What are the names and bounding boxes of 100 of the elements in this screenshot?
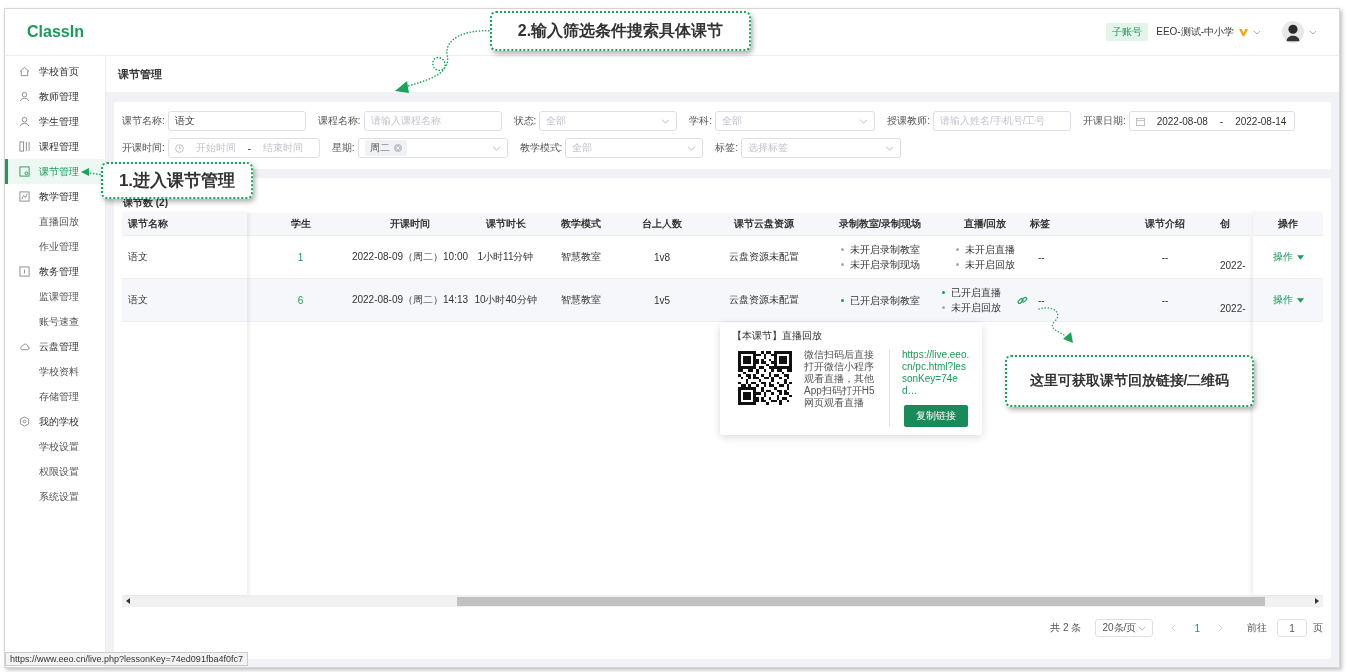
table-cell: 2022- bbox=[1220, 259, 1246, 271]
status-url: https://www.eeo.cn/live.php?lessonKey=74ed091fba4f0fc7 bbox=[5, 652, 248, 666]
logo: ClassIn bbox=[27, 23, 84, 41]
calendar-icon bbox=[19, 166, 30, 177]
sidebar-item[interactable]: 我的学校 bbox=[5, 409, 105, 434]
student-count-link[interactable]: 6 bbox=[297, 294, 304, 306]
table-cell: 云盘资源未配置 bbox=[728, 250, 799, 264]
tag: 周二 bbox=[364, 140, 407, 156]
link-icon[interactable] bbox=[1017, 294, 1028, 306]
column-header: 直播/回放 bbox=[940, 213, 1030, 236]
sidebar-item[interactable]: 教务管理 bbox=[5, 259, 105, 284]
column-header: 学生 bbox=[247, 213, 354, 236]
page-size-select[interactable]: 20条/页 bbox=[1095, 619, 1154, 637]
input-field[interactable]: 语文 bbox=[167, 111, 306, 131]
chevron-down-icon bbox=[491, 145, 501, 151]
status-item: 已开启录制教室 bbox=[840, 292, 920, 308]
sidebar-item[interactable]: 学校首页 bbox=[5, 59, 105, 84]
total-count: 共 2 条 bbox=[1050, 621, 1082, 635]
status-item: 未开启回放 bbox=[955, 257, 1015, 272]
table-cell: 2022-08-09（周二）14:13 bbox=[351, 293, 469, 307]
user-icon bbox=[19, 116, 30, 127]
previous-page-icon[interactable] bbox=[1171, 624, 1177, 632]
table-cell: 1v5 bbox=[653, 294, 671, 306]
scroll-right-icon[interactable] bbox=[1314, 598, 1320, 604]
status-item: 未开启直播 bbox=[955, 242, 1015, 257]
sidebar-item[interactable]: 云盘管理 bbox=[5, 334, 105, 359]
sidebar-subitem[interactable]: 监课管理 bbox=[5, 284, 105, 309]
table-cell: 智慧教室 bbox=[561, 250, 601, 264]
sidebar-item[interactable]: 学生管理 bbox=[5, 109, 105, 134]
avatar-icon[interactable] bbox=[1282, 21, 1304, 43]
vip-icon bbox=[1239, 27, 1248, 37]
dotted-arrow bbox=[81, 168, 104, 176]
column-header: 标签 bbox=[1030, 213, 1110, 236]
field-label: 开课时间: bbox=[122, 141, 165, 155]
popover-title: 【本课节】直播回放 bbox=[732, 329, 823, 343]
annotation-callout: 这里可获取课节回放链接/二维码 bbox=[1005, 355, 1254, 407]
status-item: 未开启录制现场 bbox=[840, 257, 920, 272]
column-header: 课节时长 bbox=[466, 213, 545, 236]
sidebar-subitem[interactable]: 直播回放 bbox=[5, 209, 105, 234]
column-header: 课节名称 bbox=[122, 213, 247, 236]
chevron-down-icon bbox=[661, 118, 671, 124]
copy-link-button[interactable]: 复制链接 bbox=[904, 405, 968, 427]
actions-dropdown[interactable]: 操作 bbox=[1272, 293, 1304, 307]
annotation-callout: 2.输入筛选条件搜索具体课节 bbox=[490, 11, 751, 51]
sidebar-item[interactable]: 教师管理 bbox=[5, 84, 105, 109]
caret-icon[interactable] bbox=[1309, 29, 1317, 35]
table-cell: 语文 bbox=[128, 250, 148, 264]
sidebar-subitem[interactable]: 系统设置 bbox=[5, 484, 105, 509]
column-header: 课节介绍 bbox=[1110, 213, 1220, 236]
replay-link[interactable]: https://live.eeo.cn/pc.html?lessonKey=74ed… bbox=[902, 349, 970, 397]
calendar-icon bbox=[1135, 116, 1145, 126]
sidebar-subitem[interactable]: 存储管理 bbox=[5, 384, 105, 409]
column-header: 开课时间 bbox=[354, 213, 466, 236]
sidebar-subitem[interactable]: 权限设置 bbox=[5, 459, 105, 484]
sidebar-subitem[interactable]: 学校资料 bbox=[5, 359, 105, 384]
org-name[interactable]: EEO-测试-中小学 bbox=[1156, 25, 1234, 39]
status-item: 已开启直播 bbox=[942, 285, 1001, 300]
field-label: 状态: bbox=[513, 114, 537, 128]
caret-down-icon bbox=[1296, 297, 1304, 303]
status-item: 未开启回放 bbox=[942, 300, 1001, 315]
goto-label: 前往 bbox=[1247, 621, 1267, 635]
sidebar-item[interactable]: 课程管理 bbox=[5, 134, 105, 159]
table-cell: 智慧教室 bbox=[561, 293, 601, 307]
popover-description: 微信扫码后直接打开微信小程序观看直播，其他App扫码打开H5网页观看直播 bbox=[804, 349, 876, 409]
actions-dropdown[interactable]: 操作 bbox=[1272, 250, 1304, 264]
caret-down-icon bbox=[1296, 254, 1304, 260]
user-icon bbox=[19, 91, 30, 102]
table-cell: -- bbox=[1038, 294, 1045, 306]
sidebar-item[interactable]: 课节管理 bbox=[5, 159, 105, 184]
dotted-arrow bbox=[1038, 307, 1073, 343]
clock-icon bbox=[174, 143, 184, 153]
chevron-down-icon bbox=[885, 145, 895, 151]
close-icon[interactable] bbox=[393, 144, 402, 152]
sidebar-subitem[interactable]: 学校设置 bbox=[5, 434, 105, 459]
cloud-icon bbox=[19, 341, 30, 352]
document-icon bbox=[19, 266, 30, 277]
chart-icon bbox=[19, 191, 30, 202]
chevron-down-icon bbox=[1138, 625, 1147, 631]
hexagon-icon bbox=[19, 416, 30, 427]
caret-icon[interactable] bbox=[1253, 29, 1261, 35]
column-header: 录制教室/录制现场 bbox=[820, 213, 940, 236]
table-cell: -- bbox=[1161, 294, 1169, 306]
annotation-callout: 1.进入课节管理 bbox=[101, 162, 253, 199]
field-label: 开课日期: bbox=[1082, 114, 1126, 128]
page-title: 课节管理 bbox=[118, 66, 162, 82]
table-cell: 2022- bbox=[1220, 302, 1246, 314]
sidebar-subitem[interactable]: 账号速查 bbox=[5, 309, 105, 334]
field-label: 标签: bbox=[715, 141, 739, 155]
student-count-link[interactable]: 1 bbox=[297, 251, 304, 263]
table-cell: 1小时11分钟 bbox=[477, 250, 534, 264]
table-cell: 1v8 bbox=[653, 251, 671, 263]
scroll-left-icon[interactable] bbox=[125, 598, 131, 604]
page-number[interactable]: 1 bbox=[1186, 622, 1208, 634]
horizontal-scrollbar[interactable] bbox=[122, 595, 1323, 607]
page-input[interactable]: 1 bbox=[1277, 619, 1307, 637]
next-page-icon[interactable] bbox=[1218, 624, 1223, 632]
select-field[interactable]: 周二 bbox=[357, 138, 508, 158]
date-range-field[interactable]: 2022-08-08 - 2022-08-14 bbox=[1128, 111, 1295, 131]
chevron-down-icon bbox=[859, 118, 869, 124]
sidebar-subitem[interactable]: 作业管理 bbox=[5, 234, 105, 259]
